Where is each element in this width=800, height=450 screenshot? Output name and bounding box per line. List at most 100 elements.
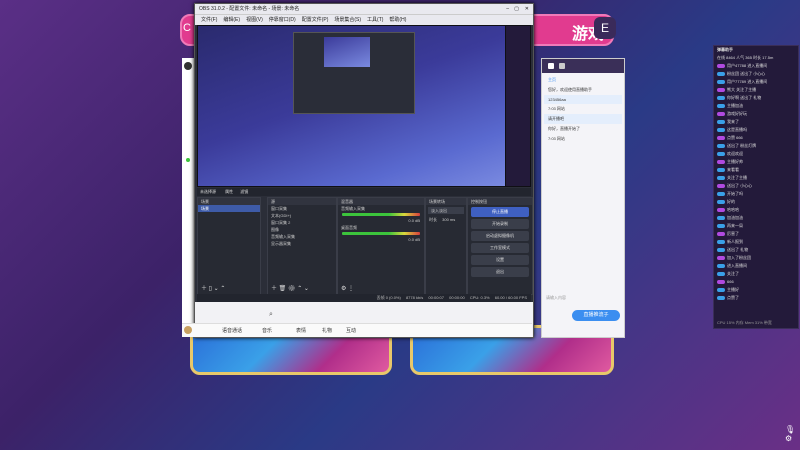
avatar[interactable] [184,326,192,334]
danmaku-line: 游戏好好玩 [714,110,798,118]
transition-select[interactable]: 淡入淡出 [428,207,464,214]
banner-e-button[interactable]: E [594,17,616,39]
duration-input[interactable]: 300 ms [442,217,455,222]
chat-message: 123456aa [544,95,622,104]
transitions-dock: 场景转场 淡入淡出 时长 300 ms [425,197,467,295]
status-dot-icon [186,158,190,162]
send-button[interactable]: 直播推流子 [572,310,620,321]
danmaku-line: 送出了 粉丝灯牌 [714,142,798,150]
danmaku-line: 加油加油 [714,214,798,222]
maximize-icon[interactable]: ▢ [514,4,519,14]
avatar[interactable] [184,62,192,70]
close-icon[interactable]: ✕ [525,4,529,14]
microphone-icon[interactable]: 🎙 [785,425,797,434]
cpu-usage: CPU: 0.3% [469,295,490,300]
menu-item[interactable]: 帮助(H) [389,15,406,25]
menu-item[interactable]: 停靠窗口(D) [269,15,296,25]
scene-item[interactable]: 场景 [198,205,260,212]
danmaku-line: 关注了 [714,270,798,278]
level-badge-icon [717,271,725,276]
settings-icon[interactable]: ⚙ [785,434,797,443]
start-recording-button[interactable]: 开始录制 [471,219,529,229]
obs-preview[interactable] [197,25,531,187]
danmaku-line: 厉害了 [714,230,798,238]
properties-button[interactable]: 属性 [225,189,233,194]
source-item[interactable]: 图像 [268,226,336,233]
source-item[interactable]: 音频输入采集 [268,233,336,240]
menu-item[interactable]: 场景集合(S) [334,15,361,25]
gift-button[interactable]: 礼物 [322,327,332,334]
chat-tab-home[interactable]: 主页 [544,75,622,85]
level-badge-icon [717,103,725,108]
menu-item[interactable]: 编辑(E) [223,15,240,25]
home-icon[interactable] [548,63,554,69]
danmaku-text: 欢迎欢迎 [727,151,743,156]
danmaku-text: 这是直播吗 [727,127,747,132]
level-badge-icon [717,159,725,164]
search-icon[interactable]: ⌕ [269,311,273,319]
level-badge-icon [717,279,725,284]
studio-mode-button[interactable]: 工作室模式 [471,243,529,253]
danmaku-text: 关注了主播 [727,175,747,180]
danmaku-line: 粉丝团 送出了 小心心 [714,70,798,78]
grid-icon[interactable] [559,63,565,69]
level-badge-icon [717,287,725,292]
danmaku-title: 弹幕助手 [717,47,733,52]
controls-dock-title: 控制按钮 [468,198,532,205]
settings-button[interactable]: 设置 [471,255,529,265]
rec-time: 00:00:00 [449,295,465,300]
voice-call-button[interactable]: 语音通话 [222,327,242,334]
danmaku-text: 用户77789 进入直播间 [727,79,768,84]
source-item[interactable]: 窗口采集 [268,205,336,212]
danmaku-text: 送出了 粉丝灯牌 [727,143,757,148]
interact-button[interactable]: 互动 [346,327,356,334]
virtual-camera-button[interactable]: 启动虚拟摄像机 [471,231,529,241]
stop-streaming-button[interactable]: 停止直播 [471,207,529,217]
danmaku-line: 新人报到 [714,238,798,246]
preview-danmaku-strip [506,26,530,186]
danmaku-text: 再来一局 [727,223,743,228]
emoji-button[interactable]: 表情 [296,327,306,334]
menu-item[interactable]: 工具(T) [367,15,383,25]
source-item[interactable]: 窗口采集 2 [268,219,336,226]
danmaku-text: 送出了 小心心 [727,183,753,188]
source-item[interactable]: 显示器采集 [268,240,336,247]
level-badge-icon [717,223,725,228]
level-badge-icon [717,151,725,156]
danmaku-text: 粉丝团 送出了 小心心 [727,71,766,76]
level-badge-icon [717,175,725,180]
danmaku-text: 哈哈哈 [727,207,739,212]
obs-statusbar: 丢帧 0 (0.0%) 8778 kb/s 00:00:07 00:00:00 … [197,294,531,302]
chat-message: 你好，直播开始了 [548,126,580,131]
danmaku-line: 熊大 关注了主播 [714,86,798,94]
level-badge-icon [717,183,725,188]
add-source-icon[interactable]: ＋ 🗑 ⚙ ⌃ ⌄ [271,283,309,292]
sources-dock: 源 窗口采集 文本(GDI+) 窗口采集 2 图像 音频输入采集 显示器采集 ＋… [267,197,337,295]
danmaku-text: 你好啊 送出了 礼物 [727,95,762,100]
menu-item[interactable]: 文件(F) [201,15,217,25]
mixer-track-name: 桌面音频 [341,225,357,230]
danmaku-line: 送出了 小心心 [714,182,798,190]
minimize-icon[interactable]: – [506,4,509,14]
music-button[interactable]: 音乐 [262,327,272,334]
menu-item[interactable]: 配置文件(P) [302,15,329,25]
menu-item[interactable]: 视图(V) [246,15,263,25]
level-badge-icon [717,263,725,268]
danmaku-line: 加入了粉丝团 [714,254,798,262]
exit-button[interactable]: 退出 [471,267,529,277]
live-time: 00:00:07 [428,295,444,300]
danmaku-line: 用户77789 进入直播间 [714,78,798,86]
filters-button[interactable]: 滤镜 [240,189,248,194]
nested-obs-preview [293,32,415,114]
add-scene-icon[interactable]: ＋ ▯ ⌄ ⌃ [201,283,225,292]
no-source-label: 未选择源 [200,189,216,194]
danmaku-text: 关注了 [727,271,739,276]
danmaku-list: 用户47788 进入直播间 粉丝团 送出了 小心心 用户77789 进入直播间 熊大 … [714,62,798,302]
danmaku-line: 欢迎欢迎 [714,150,798,158]
source-item[interactable]: 文本(GDI+) [268,212,336,219]
duration-label: 时长 [429,217,437,222]
obs-titlebar[interactable]: OBS 31.0.2 - 配置文件: 未命名 - 场景: 未命名 ✕ ▢ – [195,4,533,14]
chat-input[interactable]: 请输入内容 [546,295,620,305]
level-badge-icon [717,111,725,116]
mixer-settings-icon[interactable]: ⚙ ⋮ [341,285,354,292]
